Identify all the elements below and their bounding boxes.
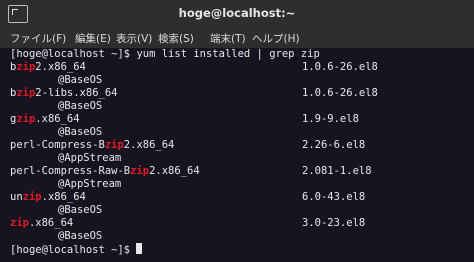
package-name: unzip.x86_64 xyxy=(10,191,86,203)
command-text: yum list installed | grep zip xyxy=(136,48,320,60)
package-repo: @BaseOS xyxy=(58,204,103,216)
menu-view[interactable]: 表示(V) xyxy=(116,31,152,46)
menu-bar: ファイル(F) 編集(E) 表示(V) 検索(S) 端末(T) ヘルプ(H) xyxy=(0,28,474,49)
package-version: 2.26-6.el8 xyxy=(302,139,366,151)
package-name: bzip2.x86_64 xyxy=(10,61,86,73)
package-version: 1.0.6-26.el8 xyxy=(302,87,378,99)
package-version: 1.9-9.el8 xyxy=(302,113,359,125)
package-name: perl-Compress-Raw-Bzip2.x86_64 xyxy=(10,165,200,177)
package-name: zip.x86_64 xyxy=(10,217,74,229)
menu-edit[interactable]: 編集(E) xyxy=(75,31,111,46)
text-cursor xyxy=(136,243,143,254)
prompt: [hoge@localhost ~]$ xyxy=(10,244,137,256)
menu-file[interactable]: ファイル(F) xyxy=(10,31,66,46)
command-line: [hoge@localhost ~]$ yum list installed |… xyxy=(10,48,320,61)
package-version: 2.081-1.el8 xyxy=(302,165,372,177)
package-name: bzip2-libs.x86_64 xyxy=(10,87,118,99)
package-repo: @AppStream xyxy=(58,178,122,190)
package-name: gzip.x86_64 xyxy=(10,113,80,125)
package-version: 3.0-23.el8 xyxy=(302,217,366,229)
package-repo: @AppStream xyxy=(58,152,122,164)
title-bar: hoge@localhost:~ xyxy=(0,0,474,29)
menu-help[interactable]: ヘルプ(H) xyxy=(252,31,300,46)
terminal-output[interactable]: [hoge@localhost ~]$ yum list installed |… xyxy=(0,48,474,262)
package-repo: @BaseOS xyxy=(58,126,103,138)
package-name: perl-Compress-Bzip2.x86_64 xyxy=(10,139,175,151)
package-repo: @BaseOS xyxy=(58,230,103,242)
menu-search[interactable]: 検索(S) xyxy=(158,31,194,46)
menu-terminal[interactable]: 端末(T) xyxy=(210,31,246,46)
prompt-line: [hoge@localhost ~]$ xyxy=(10,243,143,256)
package-repo: @BaseOS xyxy=(58,100,103,112)
window-title: hoge@localhost:~ xyxy=(178,6,296,20)
prompt: [hoge@localhost ~]$ xyxy=(10,48,137,60)
package-repo: @BaseOS xyxy=(58,74,103,86)
package-version: 1.0.6-26.el8 xyxy=(302,61,378,73)
package-version: 6.0-43.el8 xyxy=(302,191,366,203)
terminal-window: hoge@localhost:~ ファイル(F) 編集(E) 表示(V) 検索(… xyxy=(0,0,474,262)
